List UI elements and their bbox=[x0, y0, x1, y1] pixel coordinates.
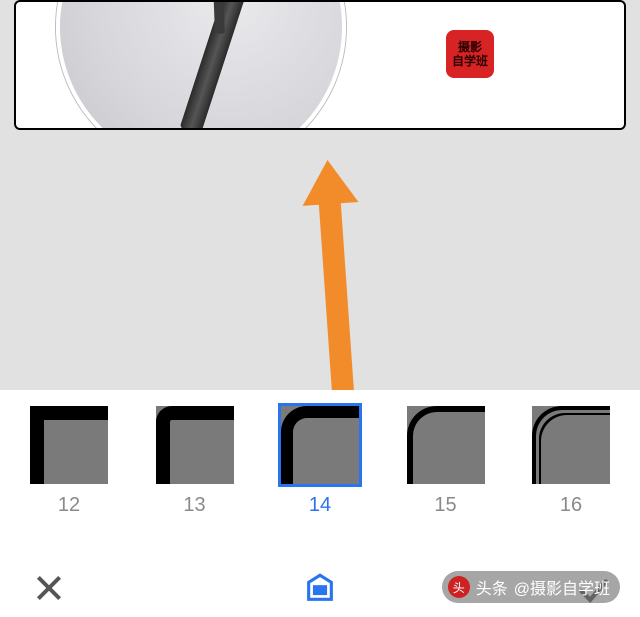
frame-option-12[interactable]: 12 bbox=[22, 406, 116, 517]
frame-icon bbox=[303, 571, 337, 605]
frame-label: 12 bbox=[58, 494, 80, 517]
stamp-line2: 自学班 bbox=[452, 54, 488, 68]
watermark-stamp: 摄影 自学班 bbox=[446, 30, 494, 78]
frame-label: 13 bbox=[183, 494, 205, 517]
frame-thumb-selected bbox=[281, 406, 359, 484]
photo-circle bbox=[56, 0, 346, 130]
toutiao-icon: 头 bbox=[448, 576, 470, 598]
cancel-button[interactable] bbox=[34, 573, 64, 603]
frame-label: 15 bbox=[434, 494, 456, 517]
frame-style-toggle[interactable] bbox=[303, 571, 337, 605]
frame-thumb bbox=[407, 406, 485, 484]
frames-panel: 12 13 14 15 16 bbox=[0, 390, 640, 617]
watermark-prefix: 头条 bbox=[476, 575, 508, 599]
annotation-arrow-head bbox=[300, 158, 359, 206]
preview-card: 摄影 自学班 bbox=[14, 0, 626, 130]
frame-option-16[interactable]: 16 bbox=[524, 406, 618, 517]
frame-thumb bbox=[532, 406, 610, 484]
frame-thumb bbox=[30, 406, 108, 484]
frame-label: 16 bbox=[560, 494, 582, 517]
preview-area: 摄影 自学班 bbox=[0, 0, 640, 140]
stamp-line1: 摄影 bbox=[458, 40, 482, 54]
frame-option-15[interactable]: 15 bbox=[399, 406, 493, 517]
branch-graphic bbox=[180, 0, 263, 130]
watermark-author: @摄影自学班 bbox=[514, 575, 610, 599]
frame-option-14[interactable]: 14 bbox=[273, 406, 367, 517]
frame-label: 14 bbox=[309, 494, 331, 517]
frame-thumb bbox=[156, 406, 234, 484]
frames-row: 12 13 14 15 16 bbox=[0, 390, 640, 523]
source-watermark: 头 头条 @摄影自学班 bbox=[442, 571, 620, 603]
frame-option-13[interactable]: 13 bbox=[148, 406, 242, 517]
